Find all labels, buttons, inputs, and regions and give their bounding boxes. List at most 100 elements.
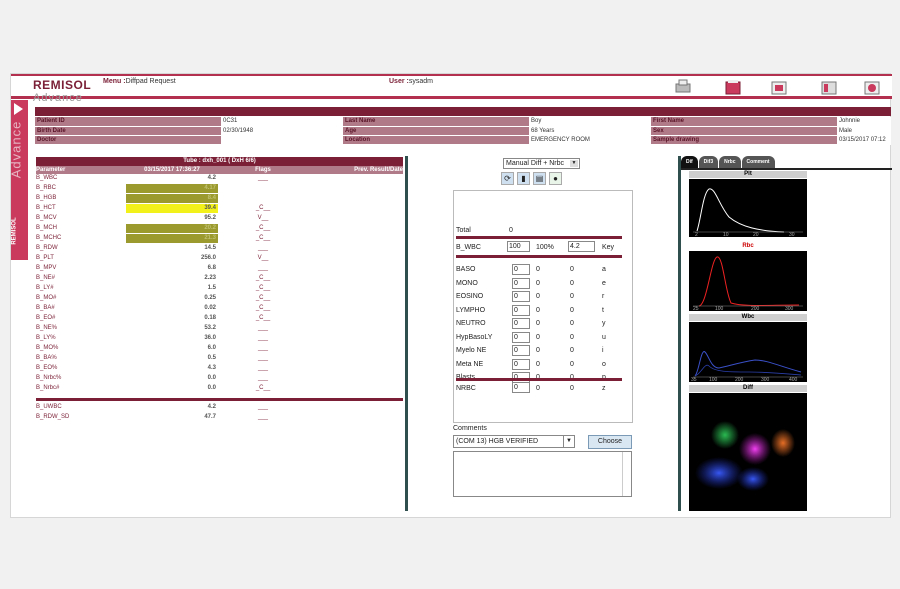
cell-absolute: 0 bbox=[570, 360, 574, 368]
param-flag: _C__ bbox=[218, 313, 308, 325]
side-panel-toggle[interactable]: Advance REMISOL bbox=[8, 100, 28, 260]
archive-icon[interactable] bbox=[819, 78, 839, 96]
param-value: 0.5 bbox=[126, 353, 218, 365]
prev-result bbox=[308, 303, 403, 315]
sound-icon[interactable]: ● bbox=[549, 172, 562, 185]
wbc-tick: 200 bbox=[735, 377, 744, 382]
cell-key: i bbox=[602, 347, 604, 354]
patient-icon[interactable] bbox=[862, 78, 882, 96]
calculator-icon[interactable]: ▤ bbox=[533, 172, 546, 185]
table-row[interactable]: B_PLT 256.0 V__ bbox=[36, 253, 403, 265]
tab-dif[interactable]: Dif bbox=[681, 156, 698, 168]
cell-percent: 0 bbox=[536, 360, 540, 368]
comment-textarea[interactable] bbox=[453, 451, 632, 497]
rbc-plot-title: Rbc bbox=[689, 243, 807, 250]
tab-dif3[interactable]: Dif3 bbox=[698, 156, 719, 168]
wbc-histogram: 35 100 200 300 400 bbox=[689, 322, 807, 382]
table-row[interactable]: B_RBC 4.17 bbox=[36, 183, 403, 195]
param-flag: _C__ bbox=[218, 383, 308, 395]
results-panel: Tube : dxh_001 ( DxH 6/6) Parameter 03/1… bbox=[36, 157, 403, 424]
prev-result bbox=[308, 193, 403, 205]
table-row[interactable]: B_MPV 6.8 ___ bbox=[36, 263, 403, 275]
cell-count-field[interactable]: 0 bbox=[512, 345, 530, 356]
cell-name: LYMPHO bbox=[456, 306, 486, 314]
table-row[interactable]: B_MCHC 21.3 _C__ bbox=[36, 233, 403, 245]
param-value: 6.8 bbox=[126, 263, 218, 275]
cell-absolute: 0 bbox=[570, 266, 574, 273]
wbc-plot-title: Wbc bbox=[689, 314, 807, 321]
param-flag: ___ bbox=[218, 243, 308, 255]
table-row[interactable]: B_BA% 0.5 ___ bbox=[36, 353, 403, 365]
cell-count-field[interactable]: 0 bbox=[512, 358, 530, 370]
tab-nrbc[interactable]: Nrbc bbox=[719, 156, 741, 168]
param-value: 4.3 bbox=[126, 363, 218, 375]
menu-indicator[interactable]: Menu :Diffpad Request bbox=[103, 78, 176, 85]
table-row[interactable]: B_UWBC 4.2 ___ bbox=[36, 403, 403, 414]
prev-result bbox=[308, 183, 403, 195]
table-row[interactable]: B_RDW 14.5 ___ bbox=[36, 243, 403, 255]
table-row[interactable]: B_EO# 0.18 _C__ bbox=[36, 313, 403, 325]
bookmark-icon[interactable]: ▮ bbox=[517, 172, 530, 185]
table-row[interactable]: B_MO# 0.25 _C__ bbox=[36, 293, 403, 305]
cell-count-field[interactable]: 0 bbox=[512, 318, 530, 329]
table-row[interactable]: B_NE# 2.23 _C__ bbox=[36, 273, 403, 285]
table-row[interactable]: B_RDW_SD 47.7 ___ bbox=[36, 412, 403, 424]
table-row[interactable]: B_Nrbc# 0.0 _C__ bbox=[36, 383, 403, 395]
table-row[interactable]: B_EO% 4.3 ___ bbox=[36, 363, 403, 375]
cell-count-field[interactable]: 0 bbox=[512, 264, 530, 275]
param-name: B_EO% bbox=[36, 363, 126, 375]
param-name: B_RBC bbox=[36, 183, 126, 195]
table-row[interactable]: B_MCV 95.2 V__ bbox=[36, 213, 403, 225]
export-icon[interactable] bbox=[769, 78, 789, 96]
cell-count-field[interactable]: 0 bbox=[512, 291, 530, 302]
expand-arrow-icon[interactable] bbox=[14, 103, 23, 115]
diff-mode-select[interactable]: Manual Diff + Nrbc ▼ bbox=[503, 158, 580, 169]
prev-result bbox=[308, 313, 403, 325]
refresh-icon[interactable]: ⟳ bbox=[501, 172, 514, 185]
param-name: B_MO# bbox=[36, 293, 126, 305]
wbc-tick: 400 bbox=[789, 377, 798, 382]
table-row[interactable]: B_LY% 36.0 ___ bbox=[36, 333, 403, 345]
prev-result bbox=[308, 363, 403, 375]
cell-percent: 0 bbox=[536, 293, 540, 300]
print-icon[interactable] bbox=[673, 78, 693, 96]
plt-tick: 30 bbox=[789, 232, 795, 237]
param-value: 95.2 bbox=[126, 213, 218, 225]
wbc-count-field[interactable]: 100 bbox=[507, 241, 530, 252]
choose-button[interactable]: Choose bbox=[588, 435, 632, 449]
cell-name: MONO bbox=[456, 279, 478, 287]
table-row[interactable]: B_NE% 53.2 ___ bbox=[36, 323, 403, 335]
table-row[interactable]: B_MCH 20.2 _C__ bbox=[36, 223, 403, 235]
param-name: B_MO% bbox=[36, 343, 126, 355]
cell-key: y bbox=[602, 320, 606, 327]
prev-result bbox=[308, 333, 403, 345]
table-row[interactable]: B_HGB 8.4 bbox=[36, 193, 403, 205]
table-row[interactable]: B_HCT 39.4 _C__ bbox=[36, 203, 403, 215]
cell-count-field[interactable]: 0 bbox=[512, 277, 530, 289]
param-name: B_RDW bbox=[36, 243, 126, 255]
param-name: B_MCHC bbox=[36, 233, 126, 245]
cell-absolute: 0 bbox=[570, 333, 574, 341]
prev-result bbox=[308, 403, 403, 414]
wbc-tick: 300 bbox=[761, 377, 770, 382]
scrollbar[interactable] bbox=[622, 452, 631, 496]
prev-result bbox=[308, 412, 403, 424]
header-bar: REMISOL Advance Menu :Diffpad Request Us… bbox=[11, 74, 892, 104]
cell-count-field[interactable]: 0 bbox=[512, 304, 530, 316]
table-row[interactable]: B_Nrbc% 0.0 ___ bbox=[36, 373, 403, 385]
nrbc-count-field[interactable]: 0 bbox=[512, 382, 530, 393]
book-icon[interactable] bbox=[723, 78, 743, 96]
cell-count-field[interactable]: 0 bbox=[512, 331, 530, 343]
table-row[interactable]: B_MO% 6.0 ___ bbox=[36, 343, 403, 355]
param-value: 256.0 bbox=[126, 253, 218, 265]
cell-key: r bbox=[602, 293, 605, 300]
table-row[interactable]: B_BA# 0.02 _C__ bbox=[36, 303, 403, 315]
table-row[interactable]: B_LY# 1.5 _C__ bbox=[36, 283, 403, 295]
plt-histogram: 2 10 20 30 bbox=[689, 179, 807, 237]
prev-result bbox=[308, 323, 403, 335]
tab-comment[interactable]: Comment bbox=[741, 156, 775, 168]
comment-select[interactable]: (COM 13) HGB VERIFIED ▼ bbox=[453, 435, 575, 448]
table-row[interactable]: B_WBC 4.2 ___ bbox=[36, 174, 403, 185]
diff-toolbar: ⟳ ▮ ▤ ● bbox=[501, 172, 565, 185]
wbc-value-field[interactable]: 4.2 bbox=[568, 241, 595, 252]
